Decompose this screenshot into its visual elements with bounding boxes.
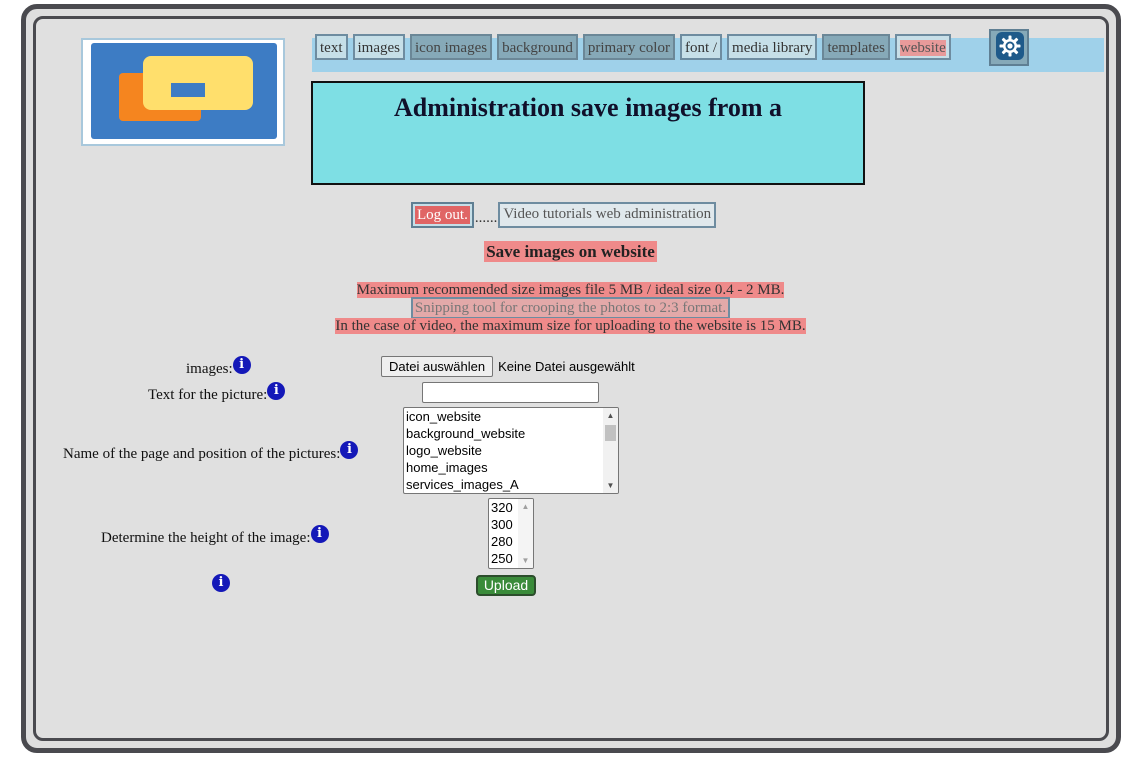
video-notice: In the case of video, the maximum size f… (0, 318, 1141, 335)
scroll-up-icon[interactable]: ▲ (603, 408, 618, 423)
height-select[interactable]: 320 300 280 250 ▲ ▼ (488, 498, 534, 569)
scroll-down-icon[interactable]: ▼ (603, 478, 618, 493)
file-picker: Datei auswählen Keine Datei ausgewählt (381, 356, 635, 377)
list-item[interactable]: services_images_A (404, 476, 618, 493)
logout-link[interactable]: Log out. (411, 202, 474, 228)
nav-font[interactable]: font / (679, 34, 723, 60)
choose-file-button[interactable]: Datei auswählen (381, 356, 494, 377)
images-label: images: (186, 361, 233, 377)
info-icon[interactable]: i (232, 356, 251, 374)
logo-graphic (91, 43, 277, 139)
nav-icon-images[interactable]: icon images (410, 34, 493, 60)
link-separator: ...... (474, 209, 498, 226)
top-navigation: text images icon images background prima… (315, 34, 951, 60)
nav-primary-color[interactable]: primary color (582, 34, 675, 60)
upload-info-row: i (212, 574, 230, 596)
list-item[interactable]: logo_website (404, 442, 618, 459)
text-label-row: Text for the picture: i (148, 382, 286, 404)
header-links: Log out. ...... Video tutorials web admi… (411, 202, 717, 228)
info-icon[interactable]: i (340, 441, 359, 459)
list-item[interactable]: icon_website (404, 408, 618, 425)
page-position-select[interactable]: icon_website background_website logo_web… (403, 407, 619, 494)
text-label: Text for the picture: (148, 387, 268, 403)
nav-images[interactable]: images (352, 34, 405, 60)
scrollbar[interactable]: ▲ ▼ (603, 408, 618, 493)
gear-icon (996, 32, 1024, 60)
nav-website-label: website (899, 40, 946, 56)
info-icon[interactable]: i (310, 525, 329, 543)
nav-media-library[interactable]: media library (727, 34, 818, 60)
info-icon[interactable]: i (212, 574, 230, 592)
file-status: Keine Datei ausgewählt (498, 359, 635, 374)
nav-templates[interactable]: templates (822, 34, 890, 60)
nav-background[interactable]: background (497, 34, 578, 60)
size-notice-text: Maximum recommended size images file 5 M… (356, 282, 785, 298)
section-heading-text: Save images on website (484, 241, 657, 262)
info-icon[interactable]: i (267, 382, 286, 400)
nav-website[interactable]: website (894, 34, 951, 60)
scroll-down-icon[interactable]: ▼ (518, 553, 533, 568)
page-title: Administration save images from a (393, 93, 783, 122)
scrollbar[interactable]: ▲ ▼ (518, 499, 533, 568)
scroll-thumb[interactable] (605, 425, 616, 441)
page-position-label: Name of the page and position of the pic… (63, 446, 341, 462)
snipping-tool-link[interactable]: Snipping tool for crooping the photos to… (410, 297, 731, 319)
height-label: Determine the height of the image: (101, 530, 311, 546)
section-heading: Save images on website (0, 241, 1141, 262)
images-label-row: images: i (186, 356, 251, 378)
page-title-box: Administration save images from a (311, 81, 865, 185)
site-logo (81, 38, 285, 146)
height-label-row: Determine the height of the image: i (101, 525, 329, 547)
picture-text-input[interactable] (422, 382, 599, 403)
page-label-row: Name of the page and position of the pic… (63, 441, 359, 463)
nav-text[interactable]: text (315, 34, 348, 60)
video-tutorials-link[interactable]: Video tutorials web administration (498, 202, 717, 228)
snipping-notice: Snipping tool for crooping the photos to… (0, 297, 1141, 319)
list-item[interactable]: background_website (404, 425, 618, 442)
list-item[interactable]: home_images (404, 459, 618, 476)
logout-label: Log out. (415, 206, 470, 224)
settings-button[interactable] (989, 29, 1029, 66)
upload-button[interactable]: Upload (476, 575, 536, 596)
scroll-up-icon[interactable]: ▲ (518, 499, 533, 514)
video-notice-text: In the case of video, the maximum size f… (335, 318, 806, 334)
